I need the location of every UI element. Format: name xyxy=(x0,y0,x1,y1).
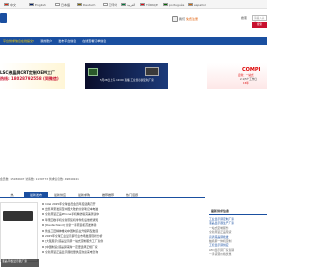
list-item[interactable]: 全新原装正品显示器批量供应欢迎来电咨询 xyxy=(42,250,205,255)
tab-latest[interactable]: 最新发布 xyxy=(24,192,48,197)
lang-german[interactable]: Deutsch xyxy=(77,2,95,7)
nav-item-publish[interactable]: 发布平台信息 xyxy=(55,39,79,43)
search-button[interactable]: 搜索 xyxy=(252,22,267,28)
banner-lcd-factory[interactable]: LSC液晶屏CRT定制OEM工厂 热线: 18028792558 (同微信) xyxy=(0,63,65,89)
side-list: 工业显示屏定制厂家 液晶显示器生产厂家 一站式定制服务 全新原装正品现货 高清液… xyxy=(209,217,267,257)
lang-label: 中文 xyxy=(10,2,17,7)
user-box: 我们 免费注册 xyxy=(172,16,198,22)
about-us-link[interactable]: 我们 xyxy=(179,17,185,21)
lang-label: English xyxy=(35,2,46,7)
news-title: [大阪展示]液晶显示屏一站式定制服务工厂直供 xyxy=(45,239,104,244)
flag-icon xyxy=(103,2,108,7)
lang-label: español xyxy=(194,2,206,7)
site-stats: 会员数: 15936607 访客数: 1139773 供求信息数: 498492… xyxy=(0,177,79,181)
news-title: [中国制造]液晶屏采购一定要选择正规厂家 xyxy=(45,244,98,249)
circuit-board-icon xyxy=(88,68,98,76)
nav-item-submit[interactable]: 平台供求信息在线提交! xyxy=(0,39,37,43)
register-link[interactable]: 免费注册 xyxy=(186,17,198,21)
bullet-icon xyxy=(42,213,44,216)
news-title: 鲁班工匠精神推动中国制造业升级转型发展 xyxy=(45,228,99,233)
flag-icon xyxy=(121,2,126,7)
bullet-icon xyxy=(42,218,44,221)
flag-icon xyxy=(77,2,82,7)
news-thumbnail[interactable]: 液晶平板显示器厂家 xyxy=(0,202,39,267)
news-title: 苹果回收手机全新原装机零件售后维修通知 xyxy=(45,217,99,222)
lang-english[interactable]: English xyxy=(29,2,46,7)
lang-label: العربية xyxy=(127,2,136,7)
news-title: 2025年全球工业显示屏行业市场发展现状分析 xyxy=(45,234,103,239)
user-icon xyxy=(172,16,178,22)
device-image xyxy=(3,211,33,221)
lang-label: 한국어 xyxy=(109,2,118,7)
news-list: Intel 2025年全球会员会员年度盛典召开 出售苹果发货至中国大陆的全新笔记… xyxy=(42,201,205,255)
lang-arabic[interactable]: العربية xyxy=(121,2,135,7)
search-input[interactable]: 请输入关键 xyxy=(252,15,267,25)
banner-live[interactable]: 5月28日上午 10:00 直播 工业显示屏定制厂家 xyxy=(85,63,168,89)
news-title: 全新原装正品显示器批量供应欢迎来电咨询 xyxy=(45,250,99,255)
bullet-icon xyxy=(42,240,44,243)
nav-item-account[interactable]: 我的账户 xyxy=(37,39,55,43)
tab-topics[interactable]: 热门话题 xyxy=(120,192,144,197)
site-header xyxy=(0,9,267,37)
flag-icon xyxy=(140,2,145,7)
nav-item-orders[interactable]: 在线查看订单信息 xyxy=(79,39,109,43)
bullet-icon xyxy=(42,235,44,238)
news-title: 全新原装正品iPhone手机精仿版完美测试中 xyxy=(45,212,100,217)
news-title: Intel 2025年全球会员会员年度盛典召开 xyxy=(45,201,96,206)
tab-hot[interactable]: 热 xyxy=(0,192,24,197)
banner-live-text: 5月28日上午 10:00 直播 工业显示屏定制厂家 xyxy=(100,79,154,82)
tab-recommend[interactable]: 推荐推荐 xyxy=(96,192,120,197)
banner-hotline: 热线: 18028792558 (同微信) xyxy=(0,76,59,81)
side-panel-title: 最新供求信息 xyxy=(209,208,267,215)
flag-icon xyxy=(188,2,193,7)
banner-sub-3: 15年 xyxy=(243,82,249,85)
bullet-icon xyxy=(42,202,44,205)
lang-chinese[interactable]: 中文 xyxy=(4,2,16,7)
bullet-icon xyxy=(42,229,44,232)
flag-icon xyxy=(4,2,9,7)
bullet-icon xyxy=(42,208,44,211)
lang-korean[interactable]: 한국어 xyxy=(103,2,117,7)
display-panel-icon xyxy=(145,67,159,76)
tab-supply[interactable]: 最新供应 xyxy=(48,192,72,197)
bullet-icon xyxy=(42,224,44,227)
flag-icon xyxy=(29,2,34,7)
main-nav: 平台供求信息在线提交! 我的账户 发布平台信息 在线查看订单信息 xyxy=(0,37,267,45)
thumbnail-caption: 液晶平板显示器厂家 xyxy=(1,259,39,267)
lang-label: Deutsch xyxy=(83,2,96,7)
search-label: 搜索 xyxy=(241,16,248,20)
news-title: 出售苹果发货至中国大陆的全新笔记本电脑 xyxy=(45,207,99,212)
banner-compi[interactable]: COMPI 定制：一站式 2.1/5个工作日 15年 xyxy=(207,63,267,89)
side-item[interactable]: 一手货源价格优惠 xyxy=(209,252,267,256)
flag-icon xyxy=(163,2,168,7)
lang-portuguese[interactable]: português xyxy=(163,2,184,7)
lang-label: 日本語 xyxy=(61,2,71,7)
lang-label: TÜRKÇE xyxy=(146,2,158,7)
lang-label: português xyxy=(169,2,185,7)
news-title: [Deutschland] 全新一手原装机首发体验 xyxy=(45,223,97,228)
logo-icon[interactable] xyxy=(0,13,7,23)
lang-turkish[interactable]: TÜRKÇE xyxy=(140,2,158,7)
language-bar: 中文 English 日本語 Deutsch 한국어 العربية TÜRKÇ… xyxy=(0,0,267,9)
lang-spanish[interactable]: español xyxy=(188,2,206,7)
bullet-icon xyxy=(42,245,44,248)
bullet-icon xyxy=(42,251,44,254)
tab-demand[interactable]: 最新求购 xyxy=(72,192,96,197)
news-tabs: 热 最新发布 最新供应 最新求购 推荐推荐 热门话题 xyxy=(0,192,205,198)
lang-japanese[interactable]: 日本語 xyxy=(55,2,70,7)
flag-icon xyxy=(55,2,60,7)
